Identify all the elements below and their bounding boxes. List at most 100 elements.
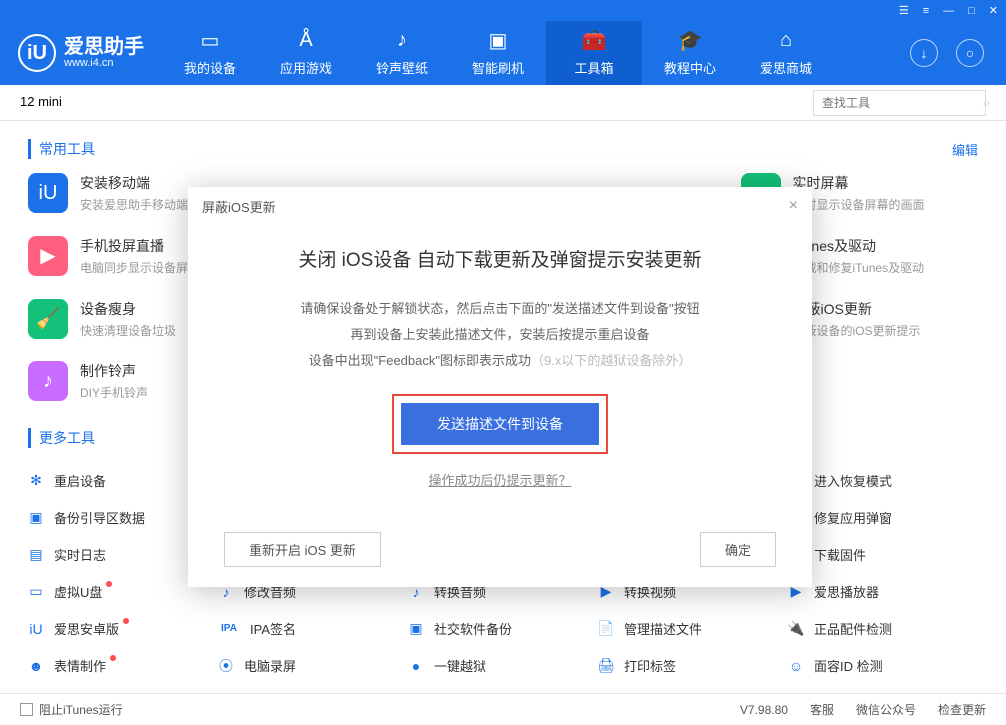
tool-label: 备份引导区数据 — [54, 508, 145, 527]
tool-icon: ▣ — [408, 621, 424, 637]
ok-button[interactable]: 确定 — [700, 532, 776, 567]
device-tab-row: 12 mini ⌕ — [0, 85, 1006, 121]
app-header: iU 爱思助手 www.i4.cn ▭我的设备Å应用游戏 ♪ 铃声壁纸 ▣ 智能刷机 🧰工… — [0, 21, 1006, 85]
feat-title: iTunes及驱动 — [793, 236, 925, 256]
wechat-link[interactable]: 微信公众号 — [856, 701, 916, 718]
more-item[interactable]: ▶爱思播放器 — [788, 573, 978, 610]
logo: iU 爱思助手 www.i4.cn — [0, 34, 162, 72]
more-item[interactable]: 🔌正品配件检测 — [788, 610, 978, 647]
tray-icon[interactable]: ☰ — [899, 4, 909, 17]
brand-name: 爱思助手 — [64, 37, 144, 57]
tool-label: 正品配件检测 — [814, 619, 892, 638]
tool-icon: ☻ — [28, 658, 44, 674]
brand-url: www.i4.cn — [64, 57, 144, 69]
nav-3[interactable]: ▣ 智能刷机 — [450, 21, 546, 85]
feat-desc: DIY手机铃声 — [80, 385, 148, 402]
nav-6[interactable]: ⌂爱思商城 — [738, 21, 834, 85]
tool-label: 下载固件 — [814, 545, 866, 564]
nav-icon: 🧰 — [582, 30, 607, 52]
feat-icon: iU — [28, 173, 68, 213]
logo-icon: iU — [18, 34, 56, 72]
search-icon[interactable]: ⌕ — [983, 95, 990, 111]
feat-icon: ▶ — [28, 236, 68, 276]
tool-label: 实时日志 — [54, 545, 106, 564]
nav-icon: ♪ — [397, 30, 407, 52]
block-ios-update-modal: 屏蔽iOS更新 × 关闭 iOS设备 自动下载更新及弹窗提示安装更新 请确保设备… — [188, 187, 812, 587]
more-item[interactable]: ▣ 社交软件备份 — [408, 610, 598, 647]
tool-label: 虚拟U盘 — [54, 582, 102, 601]
tool-label: IPA签名 — [250, 619, 296, 638]
more-item[interactable]: ● 一键越狱 — [408, 647, 598, 684]
nav-5[interactable]: 🎓 教程中心 — [642, 21, 738, 85]
common-tools-label: 常用工具 — [39, 139, 95, 159]
tool-icon: 📄 — [598, 621, 614, 637]
more-item[interactable]: ☻表情制作 — [28, 647, 218, 684]
feat-icon: 🧹 — [28, 299, 68, 339]
more-item[interactable]: ☺面容ID 检测 — [788, 647, 978, 684]
search-box[interactable]: ⌕ — [813, 90, 986, 116]
check-update-link[interactable]: 检查更新 — [938, 701, 986, 718]
feat-desc: 实时显示设备屏幕的画面 — [793, 197, 925, 214]
nav-icon: ⌂ — [780, 30, 792, 52]
tool-label: 修复应用弹窗 — [814, 508, 892, 527]
more-item[interactable]: ⦿电脑录屏 — [218, 647, 408, 684]
tool-icon: 🖨 — [598, 658, 614, 674]
modal-line3: 设备中出现"Feedback"图标即表示成功（9.x以下的越狱设备除外） — [228, 348, 772, 374]
maximize-icon[interactable]: □ — [968, 5, 975, 17]
device-tab[interactable]: 12 mini — [20, 94, 62, 111]
menu-icon[interactable]: ≡ — [923, 5, 929, 17]
tool-icon: ▣ — [28, 510, 44, 526]
tool-label: 重启设备 — [54, 471, 106, 490]
tool-label: 进入恢复模式 — [814, 471, 892, 490]
nav-label: 教程中心 — [664, 58, 716, 77]
tool-label: 打印标签 — [624, 656, 676, 675]
more-item[interactable]: IPAIPA签名 — [218, 610, 408, 647]
nav-label: 智能刷机 — [472, 58, 524, 77]
more-item[interactable]: 🖨 打印标签 — [598, 647, 788, 684]
status-bar: 阻止iTunes运行 V7.98.80 客服 微信公众号 检查更新 — [0, 693, 1006, 725]
tool-icon: ✻ — [28, 473, 44, 489]
nav-label: 铃声壁纸 — [376, 58, 428, 77]
reopen-update-button[interactable]: 重新开启 iOS 更新 — [224, 532, 381, 567]
nav-2[interactable]: ♪ 铃声壁纸 — [354, 21, 450, 85]
more-item[interactable]: ⬇下载固件 — [788, 536, 978, 573]
nav-icon: 🎓 — [678, 30, 703, 52]
still-prompt-link[interactable]: 操作成功后仍提示更新？ — [228, 470, 772, 489]
close-icon[interactable]: ✕ — [989, 4, 998, 17]
nav-icon: Å — [299, 30, 312, 52]
modal-line1: 请确保设备处于解锁状态，然后点击下面的"发送描述文件到设备"按钮 — [228, 296, 772, 322]
version-label: V7.98.80 — [740, 703, 788, 717]
customer-service-link[interactable]: 客服 — [810, 701, 834, 718]
feat-desc: 电脑同步显示设备屏幕 — [80, 260, 200, 277]
send-profile-button[interactable]: 发送描述文件到设备 — [401, 403, 599, 445]
account-button[interactable]: ○ — [956, 39, 984, 67]
more-item[interactable]: ▤修复应用弹窗 — [788, 499, 978, 536]
feat-title: 手机投屏直播 — [80, 236, 200, 256]
feat-title: 设备瘦身 — [80, 299, 176, 319]
nav-icon: ▭ — [201, 30, 220, 52]
more-item[interactable]: ↻进入恢复模式 — [788, 462, 978, 499]
tool-icon: ▤ — [28, 547, 44, 563]
search-input[interactable] — [822, 96, 977, 110]
more-item[interactable]: iU爱思安卓版 — [28, 610, 218, 647]
more-item[interactable]: 📄管理描述文件 — [598, 610, 788, 647]
download-button[interactable]: ↓ — [910, 39, 938, 67]
tool-icon: ● — [408, 658, 424, 674]
tool-label: 面容ID 检测 — [814, 656, 883, 675]
edit-link[interactable]: 编辑 — [952, 140, 978, 159]
feat-icon: ♪ — [28, 361, 68, 401]
nav-4[interactable]: 🧰工具箱 — [546, 21, 642, 85]
minimize-icon[interactable]: — — [943, 5, 954, 17]
nav-1[interactable]: Å应用游戏 — [258, 21, 354, 85]
nav-icon: ▣ — [489, 30, 508, 52]
block-itunes-checkbox[interactable] — [20, 703, 33, 716]
tool-label: 一键越狱 — [434, 656, 486, 675]
window-titlebar: ☰ ≡ — □ ✕ — [0, 0, 1006, 21]
tool-icon: iU — [28, 621, 44, 637]
block-itunes-label: 阻止iTunes运行 — [39, 701, 123, 718]
modal-heading: 关闭 iOS设备 自动下载更新及弹窗提示安装更新 — [228, 245, 772, 272]
modal-close-icon[interactable]: × — [789, 197, 798, 215]
tool-icon: ▭ — [28, 584, 44, 600]
tool-label: 社交软件备份 — [434, 619, 512, 638]
nav-0[interactable]: ▭我的设备 — [162, 21, 258, 85]
